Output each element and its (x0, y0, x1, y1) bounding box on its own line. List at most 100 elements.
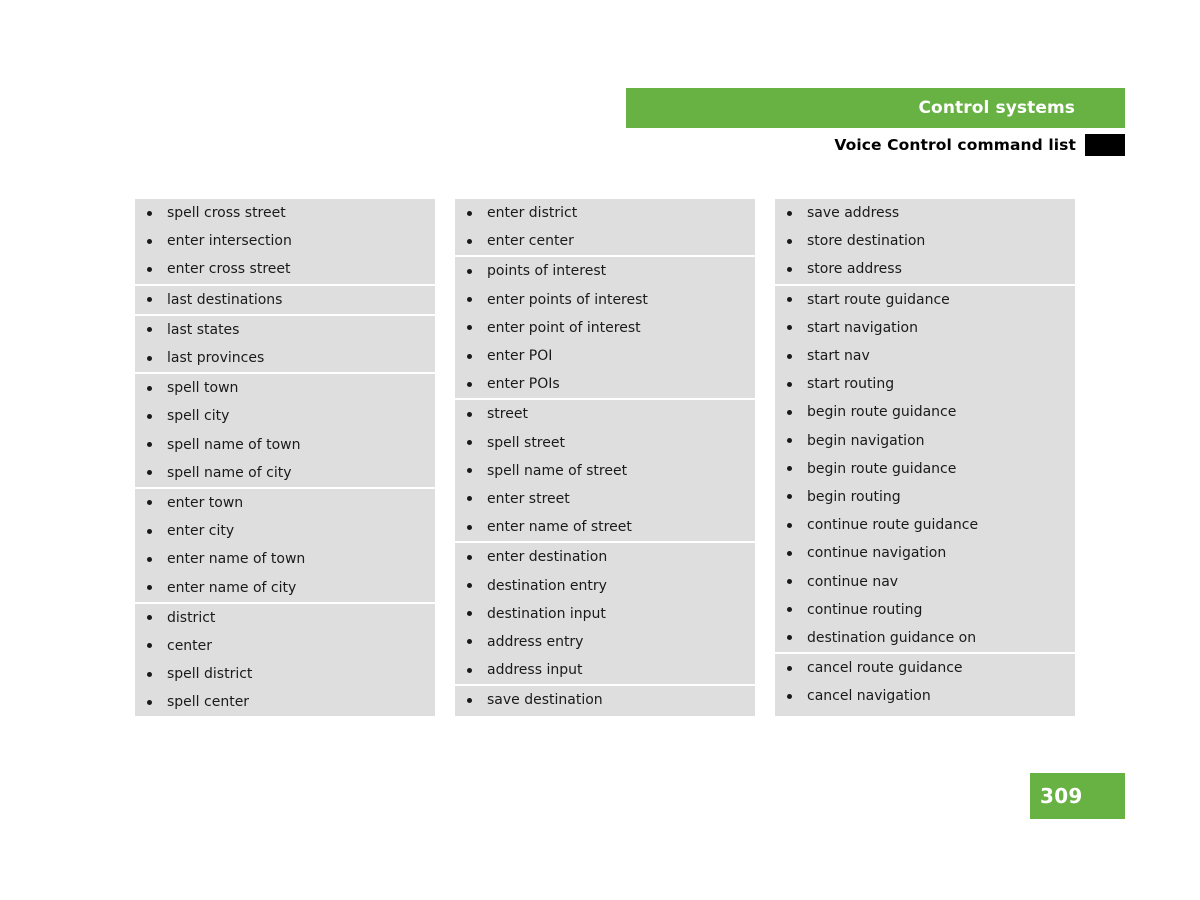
command-label: last destinations (167, 291, 283, 308)
bullet-icon (787, 325, 792, 331)
command-list-item: start nav (775, 342, 1075, 370)
bullet-icon (467, 411, 472, 417)
bullet-icon (467, 524, 472, 530)
command-label: street (487, 406, 528, 423)
bullet-icon (787, 409, 792, 415)
bullet-icon (787, 550, 792, 556)
command-list-item: continue nav (775, 567, 1075, 595)
command-label: spell name of town (167, 436, 301, 453)
bullet-icon (467, 468, 472, 474)
command-list-item: save destination (455, 686, 755, 714)
command-group: points of interest enter points of intere… (455, 255, 755, 398)
command-label: begin route guidance (807, 460, 957, 477)
command-list-item: start routing (775, 370, 1075, 398)
command-label: store address (807, 261, 902, 278)
command-list-item: points of interest (455, 257, 755, 285)
command-list-item: spell street (455, 429, 755, 457)
bullet-icon (467, 325, 472, 331)
command-label: enter POIs (487, 376, 560, 393)
command-group: save address store destination store addre… (775, 199, 1075, 284)
command-list-item: begin routing (775, 483, 1075, 511)
bullet-icon (787, 238, 792, 244)
command-list-item: continue route guidance (775, 511, 1075, 539)
command-list-item: last destinations (135, 286, 435, 314)
command-label: begin navigation (807, 432, 925, 449)
command-list-item: enter street (455, 485, 755, 513)
command-label: last states (167, 321, 240, 338)
bullet-icon (787, 210, 792, 216)
command-list-item: continue navigation (775, 539, 1075, 567)
command-list-item: enter intersection (135, 227, 435, 255)
command-list-item: store address (775, 255, 1075, 283)
bullet-icon (147, 615, 152, 621)
command-label: start nav (807, 348, 870, 365)
command-list-item: spell name of street (455, 457, 755, 485)
page-number-badge: 309 (1030, 773, 1125, 819)
bullet-icon (787, 635, 792, 641)
command-list-item: enter point of interest (455, 314, 755, 342)
command-group: enter district enter center (455, 199, 755, 255)
command-list-item: last states (135, 316, 435, 344)
command-list-item: enter center (455, 227, 755, 255)
subsection-title: Voice Control command list (834, 136, 1076, 154)
command-list-item: store destination (775, 227, 1075, 255)
command-label: save address (807, 205, 900, 222)
command-list-item: destination input (455, 600, 755, 628)
command-group: spell cross street enter intersection ente… (135, 199, 435, 284)
command-label: begin route guidance (807, 404, 957, 421)
command-list-item: spell center (135, 688, 435, 716)
command-label: spell district (167, 666, 253, 683)
command-list-item: enter district (455, 199, 755, 227)
command-label: enter point of interest (487, 319, 641, 336)
command-label: enter POI (487, 348, 553, 365)
bullet-icon (467, 639, 472, 645)
command-label: center (167, 637, 213, 654)
bullet-icon (787, 353, 792, 359)
command-column: spell cross street enter intersection ente… (135, 199, 435, 717)
command-list-item: district (135, 604, 435, 632)
command-label: address input (487, 662, 583, 679)
bullet-icon (147, 238, 152, 244)
bullet-icon (147, 671, 152, 677)
bullet-icon (787, 665, 792, 671)
command-label: spell city (167, 408, 230, 425)
command-list-item: enter town (135, 489, 435, 517)
bullet-icon (787, 494, 792, 500)
command-label: spell town (167, 380, 239, 397)
bullet-icon (467, 381, 472, 387)
command-list-item: spell cross street (135, 199, 435, 227)
bullet-icon (147, 556, 152, 562)
command-label: store destination (807, 233, 926, 250)
bullet-icon (467, 667, 472, 673)
section-header-bar: Control systems (626, 88, 1125, 128)
bullet-icon (467, 611, 472, 617)
bullet-icon (147, 355, 152, 361)
command-list-item: enter name of town (135, 545, 435, 573)
command-list-item: begin route guidance (775, 398, 1075, 426)
command-label: spell street (487, 434, 565, 451)
command-list-item: save address (775, 199, 1075, 227)
command-label: enter name of street (487, 519, 632, 536)
command-column: enter district enter center points of inte… (455, 199, 755, 717)
command-label: destination guidance on (807, 629, 977, 646)
bullet-icon (467, 554, 472, 560)
command-label: continue routing (807, 601, 923, 618)
command-column: save address store destination store addre… (775, 199, 1075, 717)
bullet-icon (467, 440, 472, 446)
bullet-icon (467, 268, 472, 274)
command-group: last states last provinces (135, 313, 435, 372)
command-group: last destinations (135, 283, 435, 314)
command-list-item: begin navigation (775, 427, 1075, 455)
command-label: enter intersection (167, 233, 292, 250)
bullet-icon (467, 238, 472, 244)
command-list-item: last provinces (135, 344, 435, 372)
command-group: cancel route guidance cancel navigation (775, 652, 1075, 710)
command-label: cancel navigation (807, 688, 931, 705)
command-list-item: center (135, 632, 435, 660)
bullet-icon (147, 297, 152, 303)
bullet-icon (787, 693, 792, 699)
bullet-icon (787, 381, 792, 387)
command-label: start routing (807, 376, 895, 393)
bullet-icon (147, 385, 152, 391)
command-list-item: enter points of interest (455, 286, 755, 314)
